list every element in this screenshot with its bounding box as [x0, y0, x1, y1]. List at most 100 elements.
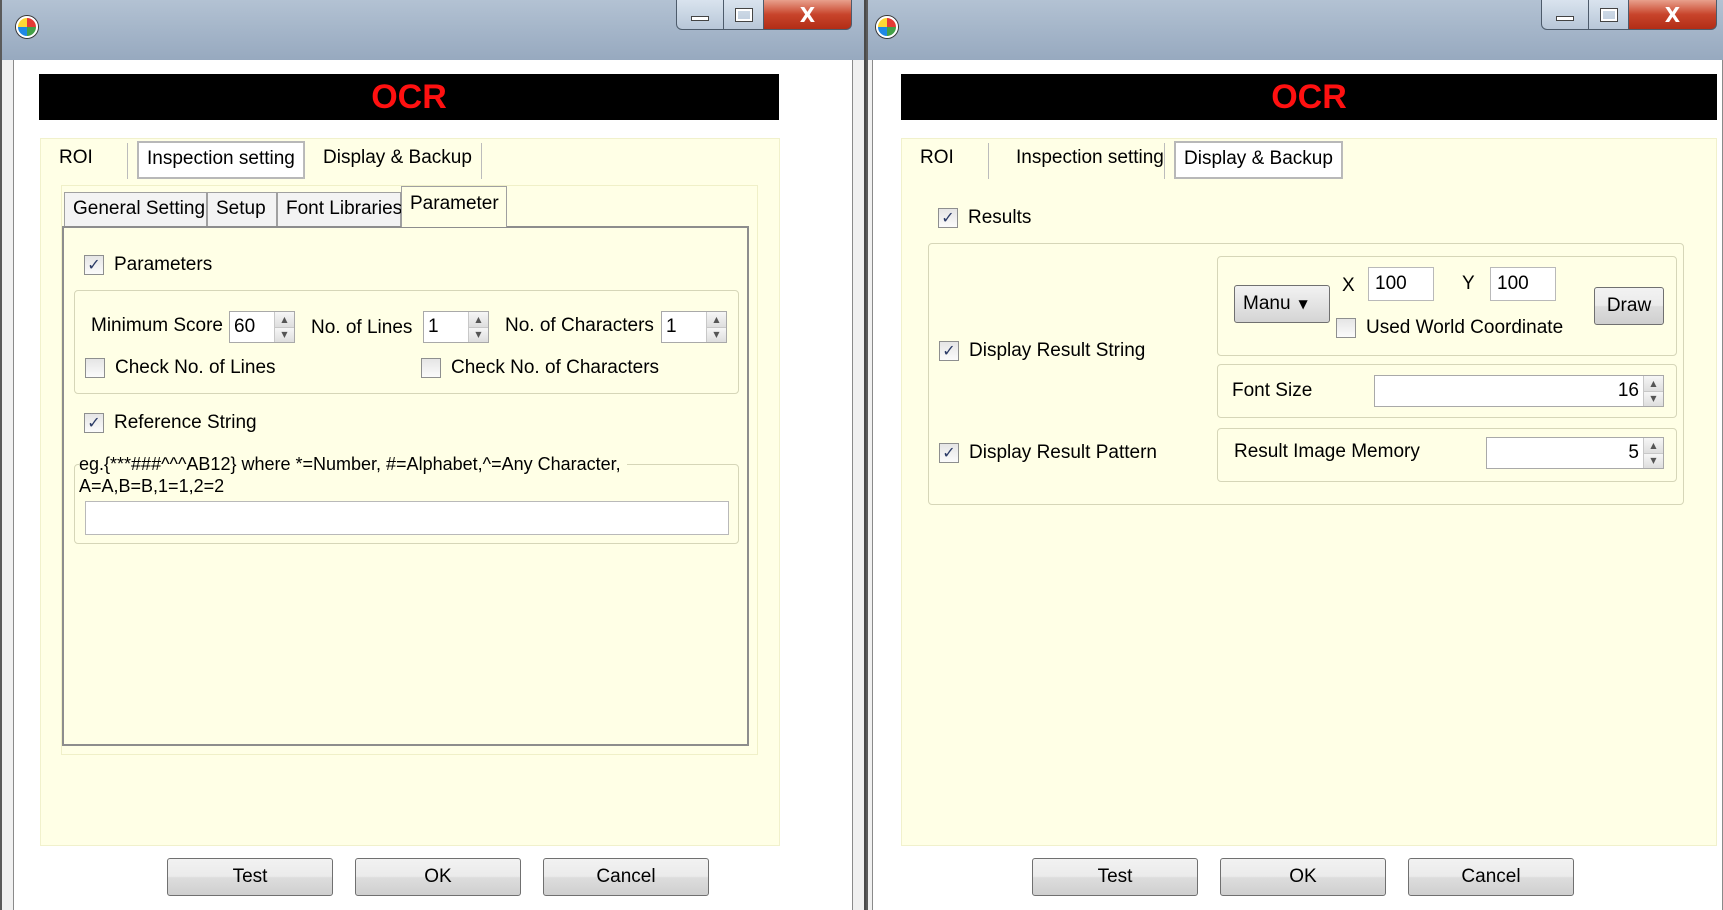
used-world-coordinate-checkbox[interactable]: Used World Coordinate — [1336, 317, 1563, 339]
spin-up-icon[interactable]: ▲ — [707, 312, 726, 328]
tab-general-setting[interactable]: General Setting — [64, 192, 207, 226]
tab-roi[interactable]: ROI — [51, 139, 101, 181]
ocr-window-right: X OCR ROI Inspection setting Display & B… — [866, 0, 1723, 910]
cancel-button[interactable]: Cancel — [543, 858, 709, 896]
display-result-string-checkbox[interactable]: ✓ Display Result String — [939, 340, 1145, 362]
check-no-of-characters-checkbox[interactable]: Check No. of Characters — [421, 357, 659, 379]
inspection-content: General Setting Setup Font Libraries Par… — [61, 185, 758, 755]
tab-inspection-setting[interactable]: Inspection setting — [137, 141, 305, 179]
parameters-checkbox[interactable]: ✓ Parameters — [84, 254, 212, 276]
spin-down-icon[interactable]: ▼ — [469, 327, 488, 342]
main-panel: ROI Inspection setting Display & Backup … — [901, 138, 1717, 846]
reference-hint-line2: A=A,B=B,1=1,2=2 — [79, 476, 225, 496]
spin-down-icon[interactable]: ▼ — [707, 327, 726, 342]
spin-up-icon[interactable]: ▲ — [1644, 376, 1663, 392]
y-input[interactable]: 100 — [1490, 267, 1556, 301]
maximize-button[interactable] — [724, 0, 764, 30]
title-bar[interactable]: X — [2, 0, 864, 60]
test-button[interactable]: Test — [1032, 858, 1198, 896]
no-of-characters-value[interactable]: 1 — [662, 312, 706, 342]
tab-inspection-setting[interactable]: Inspection setting — [1008, 139, 1172, 181]
spin-down-icon[interactable]: ▼ — [1644, 453, 1663, 468]
tab-divider — [1342, 143, 1343, 179]
close-icon: X — [799, 2, 816, 27]
minimize-button[interactable] — [1541, 0, 1589, 30]
result-image-memory-label: Result Image Memory — [1234, 441, 1420, 462]
parameters-group: Minimum Score 60 ▲ ▼ No. of Lines 1 ▲ ▼ No… — [74, 290, 739, 394]
spin-down-icon[interactable]: ▼ — [1644, 391, 1663, 406]
cancel-button[interactable]: Cancel — [1408, 858, 1574, 896]
used-world-coordinate-label: Used World Coordinate — [1366, 317, 1564, 338]
dialog-body: OCR ROI Inspection setting Display & Bac… — [13, 60, 853, 910]
results-checkbox[interactable]: ✓ Results — [938, 207, 1031, 229]
display-backup-content: ✓ Results ✓ Display Result String Manu ▼… — [904, 185, 1704, 815]
font-size-label: Font Size — [1232, 380, 1313, 401]
reference-string-group: eg.{***###^^^AB12} where *=Number, #=Alp… — [74, 453, 739, 544]
font-size-spinner[interactable]: 16 ▲ ▼ — [1374, 375, 1664, 407]
checkbox-box — [1336, 318, 1356, 338]
spin-up-icon[interactable]: ▲ — [469, 312, 488, 328]
reference-hint: eg.{***###^^^AB12} where *=Number, #=Alp… — [79, 453, 627, 497]
x-label: X — [1342, 275, 1355, 296]
result-image-memory-value[interactable]: 5 — [1487, 438, 1643, 468]
minimum-score-value[interactable]: 60 — [230, 312, 274, 342]
parameter-page: ✓ Parameters Minimum Score 60 ▲ ▼ No. of … — [62, 226, 749, 746]
tab-display-backup[interactable]: Display & Backup — [1174, 141, 1343, 179]
window-controls: X — [676, 0, 852, 30]
minimum-score-label: Minimum Score — [91, 315, 223, 336]
tab-parameter[interactable]: Parameter — [401, 186, 507, 227]
ok-button[interactable]: OK — [355, 858, 521, 896]
font-size-value[interactable]: 16 — [1375, 376, 1643, 406]
ok-button[interactable]: OK — [1220, 858, 1386, 896]
app-icon[interactable] — [876, 16, 898, 38]
tab-divider — [303, 143, 304, 179]
close-button[interactable]: X — [1629, 0, 1717, 30]
tab-setup[interactable]: Setup — [207, 192, 277, 226]
title-bar[interactable]: X — [868, 0, 1723, 60]
result-image-memory-spinner[interactable]: 5 ▲ ▼ — [1486, 437, 1664, 469]
display-result-string-label: Display Result String — [969, 340, 1146, 361]
no-of-lines-spinner[interactable]: 1 ▲ ▼ — [423, 311, 489, 343]
minimize-button[interactable] — [676, 0, 724, 30]
spin-up-icon[interactable]: ▲ — [1644, 438, 1663, 454]
y-label: Y — [1462, 273, 1475, 294]
checkmark-icon: ✓ — [84, 255, 104, 275]
sub-tab-strip: General Setting Setup Font Libraries Par… — [62, 186, 757, 227]
reference-string-input[interactable] — [85, 501, 729, 535]
checkbox-box — [421, 358, 441, 378]
maximize-button[interactable] — [1589, 0, 1629, 30]
display-result-pattern-checkbox[interactable]: ✓ Display Result Pattern — [939, 442, 1157, 464]
checkbox-box — [85, 358, 105, 378]
tab-font-libraries[interactable]: Font Libraries — [277, 192, 402, 226]
main-tab-strip: ROI Inspection setting Display & Backup — [902, 139, 1716, 181]
check-no-of-lines-checkbox[interactable]: Check No. of Lines — [85, 357, 276, 379]
minimum-score-spinner[interactable]: 60 ▲ ▼ — [229, 311, 295, 343]
app-icon[interactable] — [16, 16, 38, 38]
display-result-pattern-label: Display Result Pattern — [969, 442, 1157, 463]
x-input[interactable]: 100 — [1368, 267, 1434, 301]
maximize-icon — [734, 7, 753, 22]
spin-up-icon[interactable]: ▲ — [275, 312, 294, 328]
check-no-of-lines-label: Check No. of Lines — [115, 357, 276, 378]
dropdown-caret-icon: ▼ — [1298, 297, 1308, 311]
font-size-group: Font Size 16 ▲ ▼ — [1217, 364, 1677, 418]
tab-divider — [127, 143, 128, 179]
checkmark-icon: ✓ — [939, 443, 959, 463]
spin-down-icon[interactable]: ▼ — [275, 327, 294, 342]
tab-display-backup[interactable]: Display & Backup — [315, 139, 480, 181]
dialog-body: OCR ROI Inspection setting Display & Bac… — [872, 60, 1723, 910]
no-of-lines-value[interactable]: 1 — [424, 312, 468, 342]
close-icon: X — [1664, 2, 1681, 27]
tab-roi[interactable]: ROI — [912, 139, 962, 181]
no-of-characters-label: No. of Characters — [505, 315, 654, 336]
no-of-characters-spinner[interactable]: 1 ▲ ▼ — [661, 311, 727, 343]
check-no-of-characters-label: Check No. of Characters — [451, 357, 660, 378]
close-button[interactable]: X — [764, 0, 852, 30]
reference-string-checkbox[interactable]: ✓ Reference String — [84, 412, 257, 434]
test-button[interactable]: Test — [167, 858, 333, 896]
position-mode-value: Manu — [1243, 293, 1291, 314]
reference-string-label: Reference String — [114, 412, 257, 433]
position-mode-dropdown[interactable]: Manu ▼ — [1234, 285, 1330, 323]
draw-button[interactable]: Draw — [1594, 287, 1664, 325]
checkmark-icon: ✓ — [84, 413, 104, 433]
